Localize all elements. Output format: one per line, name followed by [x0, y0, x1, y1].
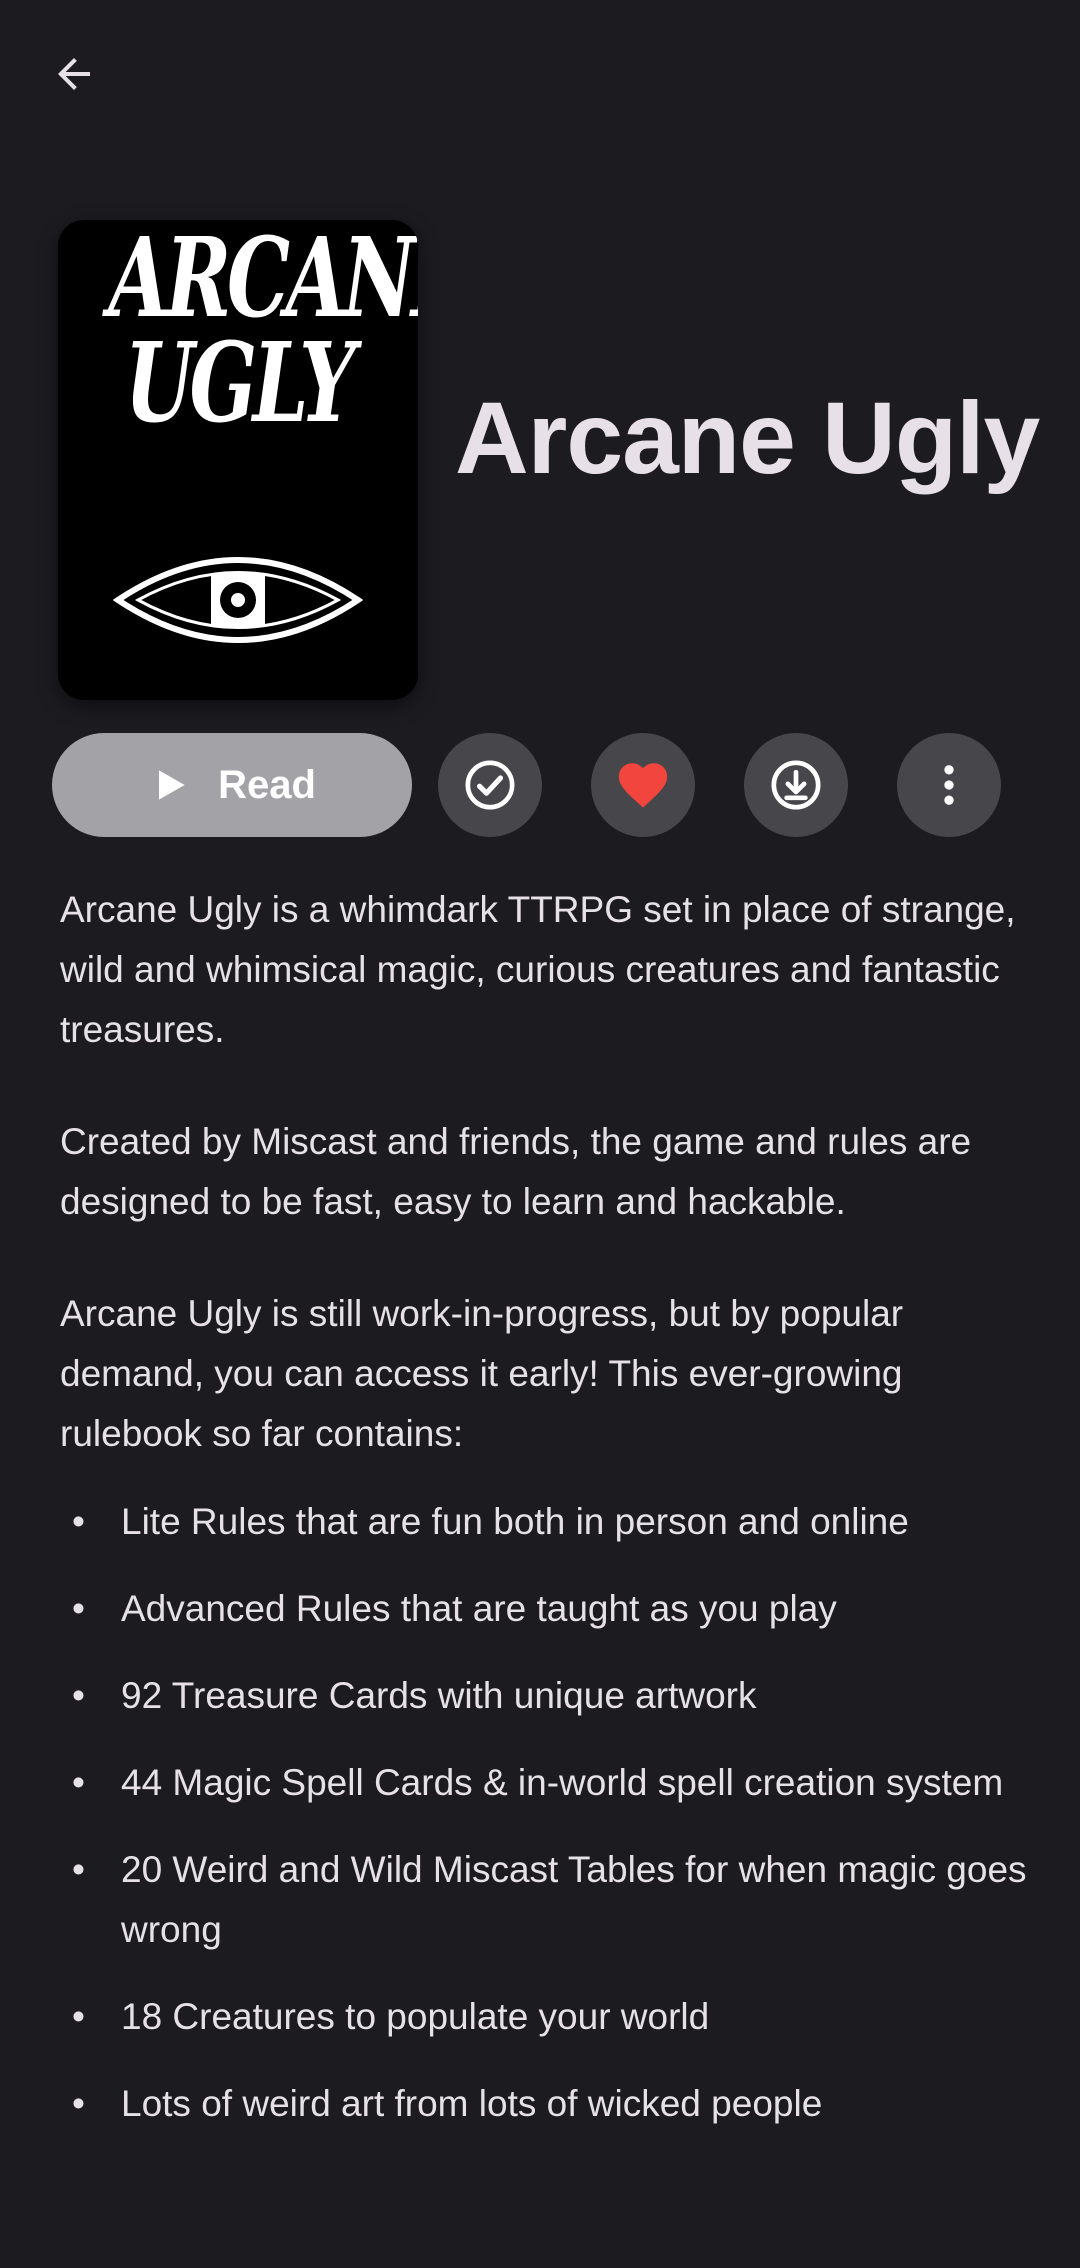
- bullet-icon: •: [72, 1849, 85, 1890]
- download-button[interactable]: [744, 733, 848, 837]
- read-button[interactable]: Read: [52, 733, 412, 837]
- eye-illustration: [113, 557, 363, 643]
- list-item: • 20 Weird and Wild Miscast Tables for wh…: [60, 1840, 1040, 1960]
- check-circle-icon: [465, 760, 515, 810]
- play-icon: [159, 770, 185, 800]
- list-item: • 18 Creatures to populate your world: [60, 1987, 1040, 2047]
- book-description: Arcane Ugly is a whimdark TTRPG set in p…: [60, 880, 1040, 2161]
- bullet-icon: •: [72, 2083, 85, 2124]
- book-title: Arcane Ugly: [455, 381, 1040, 495]
- cover-title: ARCANE UGLY: [108, 220, 418, 447]
- bullet-icon: •: [72, 1996, 85, 2037]
- action-bar: Read: [52, 733, 1032, 837]
- bullet-icon: •: [72, 1675, 85, 1716]
- contents-list: • Lite Rules that are fun both in person …: [60, 1492, 1040, 2134]
- bullet-icon: •: [72, 1501, 85, 1542]
- heart-icon: [618, 763, 668, 808]
- mark-as-read-button[interactable]: [438, 733, 542, 837]
- favorite-button[interactable]: [591, 733, 695, 837]
- back-button[interactable]: [36, 36, 112, 112]
- more-vert-icon: [944, 765, 954, 805]
- list-item: • Lots of weird art from lots of wicked p…: [60, 2074, 1040, 2134]
- list-item: • 92 Treasure Cards with unique artwork: [60, 1666, 1040, 1726]
- description-paragraph: Arcane Ugly is a whimdark TTRPG set in p…: [60, 889, 1016, 1050]
- more-options-button[interactable]: [897, 733, 1001, 837]
- bullet-icon: •: [72, 1588, 85, 1629]
- list-item: • Advanced Rules that are taught as you p…: [60, 1579, 1040, 1639]
- book-cover: ARCANE UGLY: [58, 220, 418, 700]
- list-item: • Lite Rules that are fun both in person …: [60, 1492, 1040, 1552]
- bullet-icon: •: [72, 1762, 85, 1803]
- list-item: • 44 Magic Spell Cards & in-world spell c…: [60, 1753, 1040, 1813]
- read-button-label: Read: [218, 762, 316, 807]
- description-paragraph: Arcane Ugly is still work-in-progress, b…: [60, 1293, 904, 1454]
- download-icon: [771, 760, 821, 810]
- arrow-back-icon: [58, 58, 90, 90]
- description-paragraph: Created by Miscast and friends, the game…: [60, 1121, 972, 1222]
